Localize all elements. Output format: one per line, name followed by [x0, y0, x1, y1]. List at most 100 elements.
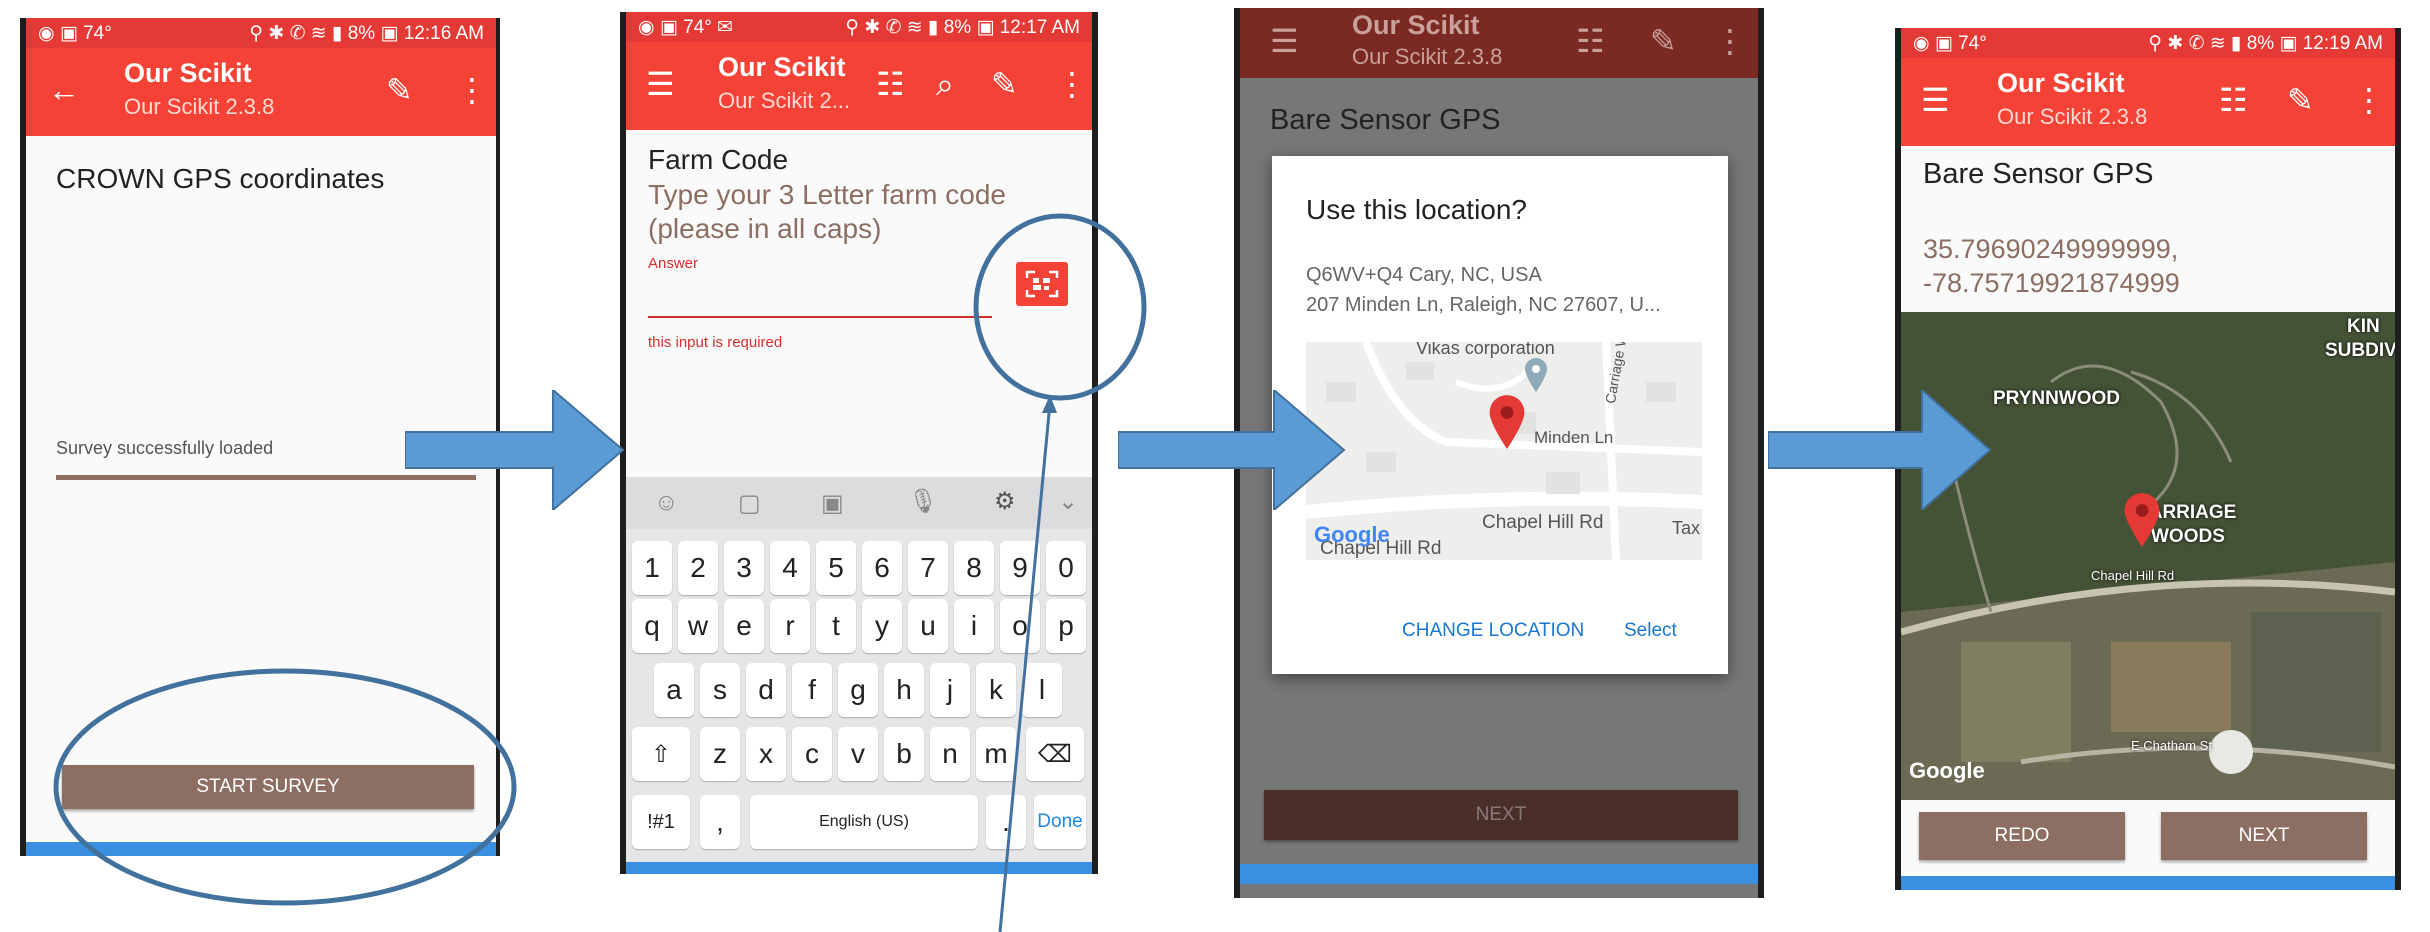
nav-bar [1901, 876, 2395, 890]
answer-input[interactable] [648, 316, 992, 318]
mic-icon[interactable]: 🎙 [908, 487, 938, 516]
more-vert-icon[interactable]: ⋮ [2353, 80, 2385, 120]
address-line-1: Q6WV+Q4 Cary, NC, USA [1306, 264, 1542, 286]
map-label-poi: Vikas corporation [1416, 342, 1555, 358]
app-subtitle: Our Scikit 2.3.8 [124, 94, 275, 119]
list-icon[interactable]: ☷ [876, 64, 905, 104]
key-7[interactable]: 7 [908, 541, 948, 595]
key-u[interactable]: u [908, 599, 948, 653]
map-label-road: Chapel Hill Rd [1482, 512, 1604, 533]
key-n[interactable]: n [930, 727, 970, 781]
temperature: 74° [83, 22, 112, 44]
gif-icon[interactable]: ▣ [821, 489, 844, 518]
key-w[interactable]: w [678, 599, 718, 653]
change-location-button[interactable]: CHANGE LOCATION [1402, 620, 1584, 642]
satellite-terrain [1901, 312, 2395, 800]
flow-arrow-3 [1768, 390, 1992, 510]
app-title: Our Scikit [1997, 68, 2125, 98]
location-pin-icon [1489, 395, 1525, 449]
satellite-map[interactable]: PRYNNWOOD CARRIAGE WOODS KIN SUBDIV Chap… [1901, 312, 2395, 800]
annotation-pointer-line [998, 395, 1057, 932]
clock: 12:17 AM [999, 16, 1080, 38]
key-1[interactable]: 1 [632, 541, 672, 595]
back-arrow-icon[interactable]: ← [48, 70, 80, 110]
next-button-disabled[interactable]: NEXT [1264, 790, 1738, 840]
key-q[interactable]: q [632, 599, 672, 653]
key-a[interactable]: a [654, 663, 694, 717]
key-4[interactable]: 4 [770, 541, 810, 595]
eraser-icon[interactable]: ✎ [2287, 80, 2314, 120]
nav-bar [1240, 864, 1758, 884]
longitude-value: -78.75719921874999 [1923, 268, 2180, 298]
menu-icon[interactable]: ☰ [1270, 22, 1299, 60]
temperature: 74° [683, 16, 712, 38]
more-vert-icon[interactable]: ⋮ [456, 70, 488, 110]
key-s[interactable]: s [700, 663, 740, 717]
battery-level: 8% [943, 16, 972, 38]
question-label: Bare Sensor GPS [1923, 158, 2154, 190]
key-t[interactable]: t [816, 599, 856, 653]
key-f[interactable]: f [792, 663, 832, 717]
key-y[interactable]: y [862, 599, 902, 653]
key-j[interactable]: j [930, 663, 970, 717]
key-r[interactable]: r [770, 599, 810, 653]
poi-pin-icon [1525, 358, 1547, 392]
field-label: Farm Code [648, 144, 789, 175]
eraser-icon[interactable]: ✎ [386, 70, 413, 110]
search-icon[interactable]: ⌕ [936, 64, 954, 104]
menu-icon[interactable]: ☰ [646, 64, 675, 104]
map-preview[interactable]: Vikas corporation Minden Ln Carriage Woo… [1306, 342, 1702, 560]
key-e[interactable]: e [724, 599, 764, 653]
list-icon[interactable]: ☷ [1576, 22, 1605, 60]
map-label-road: Chapel Hill Rd [2091, 568, 2175, 583]
map-label-kin: KIN [2347, 316, 2380, 337]
app-title: Our Scikit [1352, 10, 1480, 40]
map-label-subdiv: SUBDIV [2325, 340, 2395, 361]
key-b[interactable]: b [884, 727, 924, 781]
key-x[interactable]: x [746, 727, 786, 781]
annotation-ellipse-start [53, 668, 517, 906]
next-button[interactable]: NEXT [2161, 812, 2367, 860]
select-button[interactable]: Select [1624, 620, 1677, 642]
key-c[interactable]: c [792, 727, 832, 781]
location-pin-icon [2124, 493, 2160, 547]
sticker-icon[interactable]: ▢ [738, 489, 761, 518]
app-bar-dimmed: ☰ Our Scikit Our Scikit 2.3.8 ☷ ✎ ⋮ [1240, 8, 1758, 78]
more-vert-icon[interactable]: ⋮ [1056, 64, 1088, 104]
key-v[interactable]: v [838, 727, 878, 781]
key-2[interactable]: 2 [678, 541, 718, 595]
key-8[interactable]: 8 [954, 541, 994, 595]
app-title: Our Scikit [124, 58, 252, 88]
list-icon[interactable]: ☷ [2219, 80, 2248, 120]
key-6[interactable]: 6 [862, 541, 902, 595]
status-bar: ◉ ▣ 74° ⚲ ✱ ✆ ≋ ▮ 8% ▣ 12:16 AM [26, 18, 496, 48]
comma-key[interactable]: , [700, 795, 740, 849]
eraser-icon[interactable]: ✎ [991, 64, 1018, 104]
map-label-prynnwood: PRYNNWOOD [1993, 388, 2121, 409]
key-5[interactable]: 5 [816, 541, 856, 595]
status-icons: ◉ ▣ [638, 16, 684, 38]
status-text: Survey successfully loaded [56, 438, 274, 458]
google-logo: Google [1909, 758, 1985, 783]
latitude-value: 35.79690249999999, [1923, 234, 2179, 264]
shift-key[interactable]: ⇧ [632, 727, 690, 781]
menu-icon[interactable]: ☰ [1921, 80, 1950, 120]
status-bar: ◉ ▣ 74° ⚲ ✱ ✆ ≋ ▮ 8% ▣ 12:19 AM [1901, 28, 2395, 58]
key-3[interactable]: 3 [724, 541, 764, 595]
key-i[interactable]: i [954, 599, 994, 653]
key-z[interactable]: z [700, 727, 740, 781]
answer-label: Answer [648, 255, 699, 272]
key-h[interactable]: h [884, 663, 924, 717]
eraser-icon[interactable]: ✎ [1650, 22, 1677, 60]
emoji-icon[interactable]: ☺ [654, 489, 679, 517]
symbols-key[interactable]: !#1 [632, 795, 690, 849]
redo-button[interactable]: REDO [1919, 812, 2125, 860]
key-g[interactable]: g [838, 663, 878, 717]
more-vert-icon[interactable]: ⋮ [1714, 22, 1746, 60]
app-bar: ☰ Our Scikit Our Scikit 2... ☷ ⌕ ✎ ⋮ [626, 42, 1092, 130]
key-d[interactable]: d [746, 663, 786, 717]
map-label-poi-2: Tax [1672, 518, 1701, 538]
flow-arrow-2 [1118, 390, 1346, 510]
status-icons: ◉ ▣ [38, 22, 84, 44]
space-key[interactable]: English (US) [750, 795, 978, 849]
